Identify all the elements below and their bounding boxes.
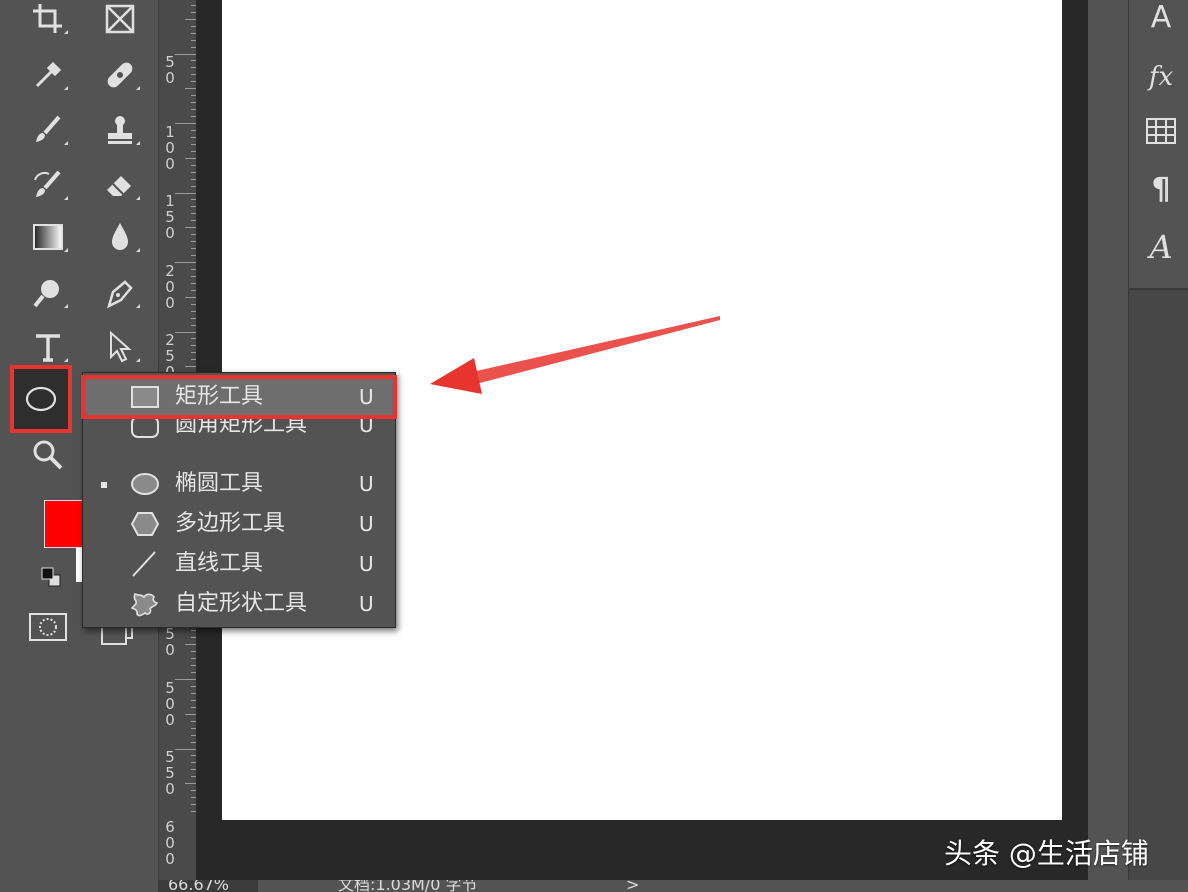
menu-item-label: 直线工具 — [175, 551, 264, 576]
ruler-label: 100 — [165, 122, 175, 173]
glyphs-icon[interactable]: A — [1145, 228, 1177, 266]
ellipse-icon — [131, 473, 159, 495]
menu-item-shortcut: U — [359, 385, 374, 409]
ruler-tick — [175, 748, 197, 750]
eyedropper-icon — [35, 61, 62, 88]
status-menu-chevron[interactable]: > — [626, 880, 639, 892]
menu-item-label: 多边形工具 — [175, 511, 286, 536]
healing-brush-tool[interactable] — [92, 50, 148, 100]
brush-icon — [36, 115, 61, 142]
right-panel-dock: A fx ¶ A — [1128, 0, 1188, 880]
selected-indicator — [101, 482, 107, 488]
menu-item-shortcut: U — [359, 552, 374, 576]
dodge-icon — [33, 280, 59, 308]
eraser-icon — [107, 176, 131, 196]
menu-item-label: 椭圆工具 — [175, 471, 264, 496]
custom-shape-icon — [130, 592, 159, 617]
ruler-label: 200 — [165, 261, 175, 312]
rectangle-icon — [131, 386, 159, 408]
eyedropper-tool[interactable] — [20, 50, 76, 100]
gradient-icon — [33, 224, 63, 250]
ruler-tick — [175, 679, 197, 680]
paragraph-icon[interactable]: ¶ — [1145, 172, 1177, 207]
annotation-arrow — [430, 316, 720, 394]
menu-item-shortcut: U — [359, 419, 374, 437]
zoom-level: 66.67% — [168, 880, 230, 892]
drop-icon — [112, 223, 128, 250]
polygon-icon — [130, 512, 159, 536]
shape-tools-flyout-menu: 矩形工具 U 圆角矩形工具 U 椭圆工具 U 多边形工具 U 直线工具 U 自定… — [81, 372, 397, 628]
ruler-label: 500 — [165, 678, 175, 729]
menu-item-ellipse-tool[interactable]: 椭圆工具 U — [83, 464, 395, 504]
menu-item-rectangle-tool[interactable]: 矩形工具 U — [81, 375, 397, 419]
ruler-label: 600 — [165, 817, 175, 868]
frame-icon — [105, 4, 135, 34]
quick-mask-icon[interactable] — [28, 612, 68, 642]
ruler-label: 550 — [165, 748, 175, 798]
zoom-tool[interactable] — [20, 430, 76, 480]
zoom-icon — [33, 440, 63, 470]
dodge-tool[interactable] — [20, 268, 76, 318]
brush-tool[interactable] — [20, 105, 76, 155]
eraser-tool[interactable] — [92, 160, 148, 210]
status-bar: 66.67% 文档:1.03M/0 字节 > — [158, 880, 1188, 892]
stamp-icon — [108, 116, 132, 144]
crop-tool[interactable] — [20, 0, 76, 44]
menu-item-shortcut: U — [359, 512, 374, 536]
document-info: 文档:1.03M/0 字节 — [338, 880, 478, 892]
default-colors-icon[interactable] — [40, 566, 62, 588]
stamp-tool[interactable] — [92, 105, 148, 155]
character-icon[interactable]: A — [1145, 0, 1177, 35]
ellipse-icon — [25, 386, 57, 412]
menu-item-rounded-rectangle-tool[interactable]: 圆角矩形工具 U — [83, 419, 395, 447]
ruler-tick — [175, 192, 197, 194]
menu-item-custom-shape-tool[interactable]: 自定形状工具 U — [83, 584, 395, 624]
panel-divider — [1088, 0, 1128, 880]
menu-item-label: 圆角矩形工具 — [175, 419, 308, 437]
panel-icon-group: A fx ¶ A — [1129, 0, 1188, 290]
menu-item-shortcut: U — [359, 592, 374, 616]
history-brush-icon — [34, 170, 61, 197]
line-icon — [132, 551, 156, 577]
blur-tool[interactable] — [92, 212, 148, 262]
history-brush-tool[interactable] — [20, 160, 76, 210]
rounded-rectangle-icon — [131, 419, 159, 438]
pen-tool[interactable] — [92, 268, 148, 318]
pen-icon — [107, 280, 133, 309]
styles-fx-icon[interactable]: fx — [1145, 60, 1177, 94]
ellipse-tool[interactable] — [10, 365, 72, 433]
menu-item-label: 自定形状工具 — [175, 591, 308, 616]
path-selection-tool[interactable] — [92, 322, 148, 372]
menu-item-label: 矩形工具 — [175, 384, 264, 409]
menu-item-shortcut: U — [359, 472, 374, 496]
ruler-tick — [175, 53, 197, 55]
crop-icon — [33, 4, 62, 33]
ruler-tick — [175, 262, 197, 263]
watermark-text: 头条 @生活店铺 — [944, 837, 1149, 870]
table-grid-icon[interactable] — [1145, 114, 1177, 148]
ruler-label: 150 — [165, 192, 175, 242]
bandage-icon — [107, 62, 133, 88]
arrow-cursor-icon — [110, 330, 132, 363]
ruler-tick — [175, 123, 197, 124]
foreground-color-swatch[interactable] — [44, 500, 84, 548]
ruler-tick — [175, 331, 197, 333]
type-icon — [36, 334, 60, 362]
menu-item-polygon-tool[interactable]: 多边形工具 U — [83, 504, 395, 544]
zoom-level-box[interactable]: 66.67% — [158, 880, 258, 892]
gradient-tool[interactable] — [20, 212, 76, 262]
menu-item-line-tool[interactable]: 直线工具 U — [83, 544, 395, 584]
frame-tool[interactable] — [92, 0, 148, 44]
ruler-label: 50 — [165, 53, 175, 87]
